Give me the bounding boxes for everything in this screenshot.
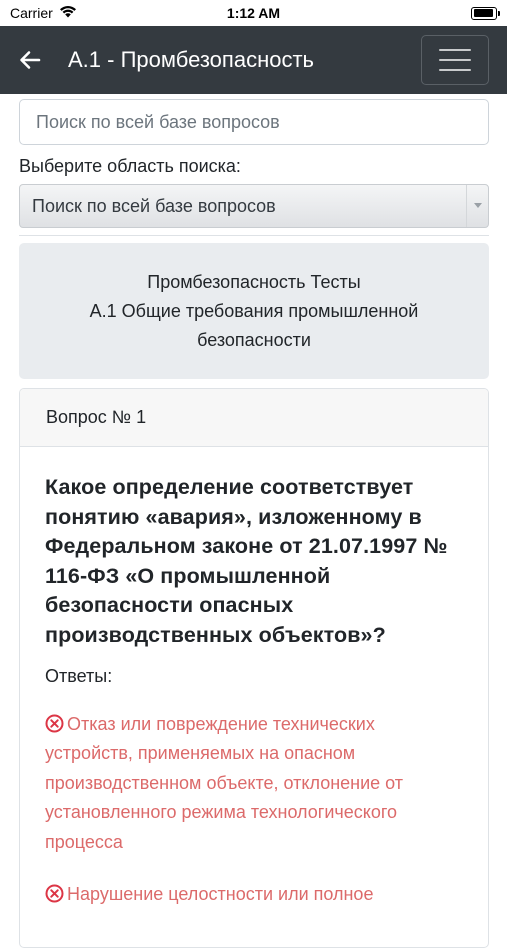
divider <box>19 235 489 236</box>
answer-item[interactable]: Нарушение целостности или полное <box>45 880 463 909</box>
back-button[interactable] <box>16 46 44 74</box>
wrong-answer-icon <box>45 884 64 903</box>
search-area-selected-value: Поиск по всей базе вопросов <box>32 195 276 216</box>
status-bar: Carrier 1:12 AM <box>0 0 507 26</box>
hamburger-icon-line <box>439 49 471 51</box>
status-left: Carrier <box>10 5 77 21</box>
search-area-label: Выберите область поиска: <box>19 156 241 176</box>
search-input[interactable] <box>19 99 489 145</box>
answers-label: Ответы: <box>45 666 113 686</box>
carrier-label: Carrier <box>10 5 53 21</box>
wrong-answer-icon <box>45 714 64 733</box>
question-card-body: Какое определение соответствует понятию … <box>20 447 488 909</box>
answer-item[interactable]: Отказ или повреждение технических устрой… <box>45 710 463 857</box>
search-area-select[interactable]: Поиск по всей базе вопросов <box>19 184 489 228</box>
answer-text: Нарушение целостности или полное <box>67 884 374 905</box>
page-title: А.1 - Промбезопасность <box>68 47 314 72</box>
navbar: А.1 - Промбезопасность <box>0 26 507 94</box>
hamburger-icon-line <box>439 69 471 71</box>
main-content: Выберите область поиска: Поиск по всей б… <box>19 94 489 948</box>
dropdown-arrow-icon <box>466 185 488 227</box>
question-card: Вопрос № 1 Какое определение соответству… <box>19 388 489 948</box>
menu-button[interactable] <box>421 35 489 85</box>
question-text: Какое определение соответствует понятию … <box>45 475 448 647</box>
question-card-header: Вопрос № 1 <box>20 389 488 447</box>
section-category: Промбезопасность Тесты <box>147 271 361 292</box>
battery-icon <box>471 6 500 20</box>
arrow-left-icon <box>20 51 41 69</box>
wifi-icon <box>59 5 77 21</box>
question-number: Вопрос № 1 <box>46 407 147 427</box>
hamburger-icon-line <box>439 59 471 61</box>
section-title: А.1 Общие требования промышленной безопа… <box>89 300 419 350</box>
section-header-card: Промбезопасность Тесты А.1 Общие требова… <box>19 243 489 379</box>
answer-text: Отказ или повреждение технических устрой… <box>45 714 404 852</box>
battery-fill <box>473 9 494 17</box>
